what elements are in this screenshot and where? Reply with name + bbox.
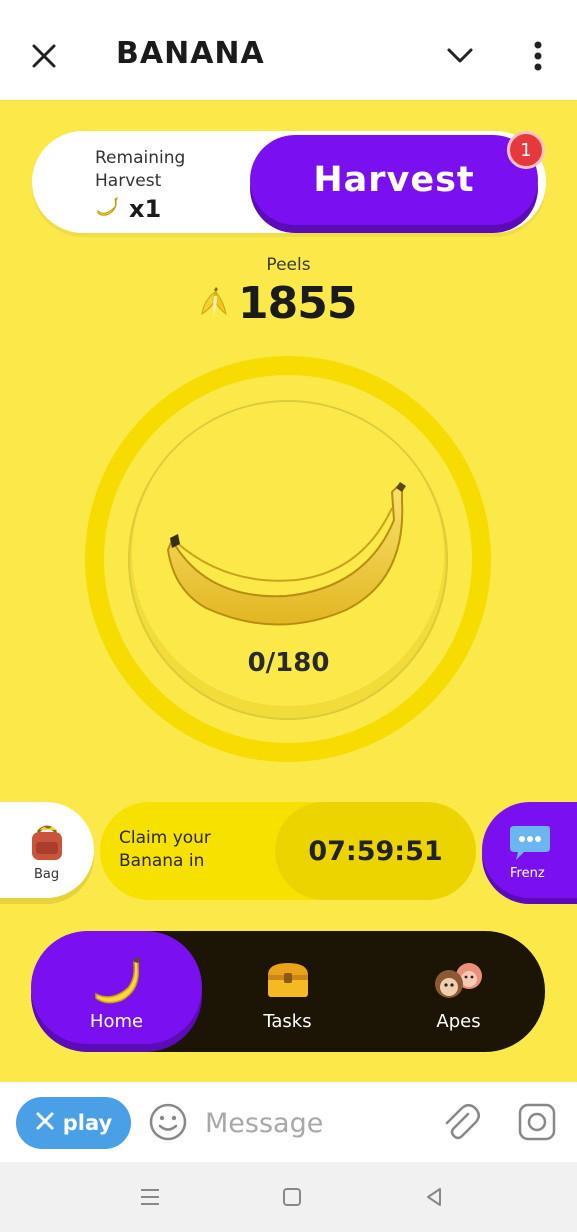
monkeys-icon [373,955,544,1005]
nav-label-home: Home [89,1011,144,1032]
nav-item-tasks[interactable]: Tasks [202,955,373,1032]
peels-label: Peels [266,255,311,275]
treasure-chest-icon [202,955,373,1005]
bag-button[interactable]: Bag [0,802,94,898]
nav-item-home[interactable]: Home [31,955,202,1032]
peels-value: 1855 [238,278,357,329]
claim-panel: Claim your Banana in 07:59:51 [100,802,476,900]
banana-icon [31,955,202,1005]
frenz-button[interactable]: Frenz [482,802,577,898]
claim-text: Claim your Banana in [119,828,211,871]
close-icon [35,1111,55,1136]
banana-icon [95,195,119,223]
nav-label-tasks: Tasks [263,1011,312,1032]
remaining-count-value: x1 [129,195,162,223]
peels-counter: 1855 [196,278,357,329]
recent-apps-icon[interactable] [130,1182,170,1212]
nav-item-apes[interactable]: Apes [373,955,544,1032]
play-button[interactable]: play [16,1097,131,1149]
chat-bubble-icon [508,822,552,866]
top-bar: BANANA [0,0,577,100]
notification-badge: 1 [507,131,545,169]
home-square-icon[interactable] [272,1182,312,1212]
tap-progress: 0/180 [247,648,330,678]
remaining-harvest-label: Remaining Harvest [95,148,186,191]
banana-image[interactable] [166,480,410,630]
frenz-label: Frenz [510,866,545,881]
remaining-harvest-count: x1 [95,195,161,223]
chevron-down-icon[interactable] [442,40,478,72]
harvest-button[interactable]: Harvest [250,135,538,225]
backpack-icon [26,822,68,868]
banana-peel-icon [196,284,232,324]
message-input[interactable] [205,1106,425,1140]
emoji-icon[interactable] [148,1102,188,1146]
nav-label-apes: Apes [436,1011,481,1032]
app-title: BANANA [116,36,265,71]
back-triangle-icon[interactable] [414,1182,454,1212]
play-label: play [62,1111,113,1135]
bag-label: Bag [34,867,60,882]
paperclip-icon[interactable] [442,1102,480,1146]
claim-timer: 07:59:51 [275,802,476,900]
more-options-icon[interactable] [522,36,554,76]
camera-icon[interactable] [517,1102,557,1146]
close-icon[interactable] [26,38,62,74]
